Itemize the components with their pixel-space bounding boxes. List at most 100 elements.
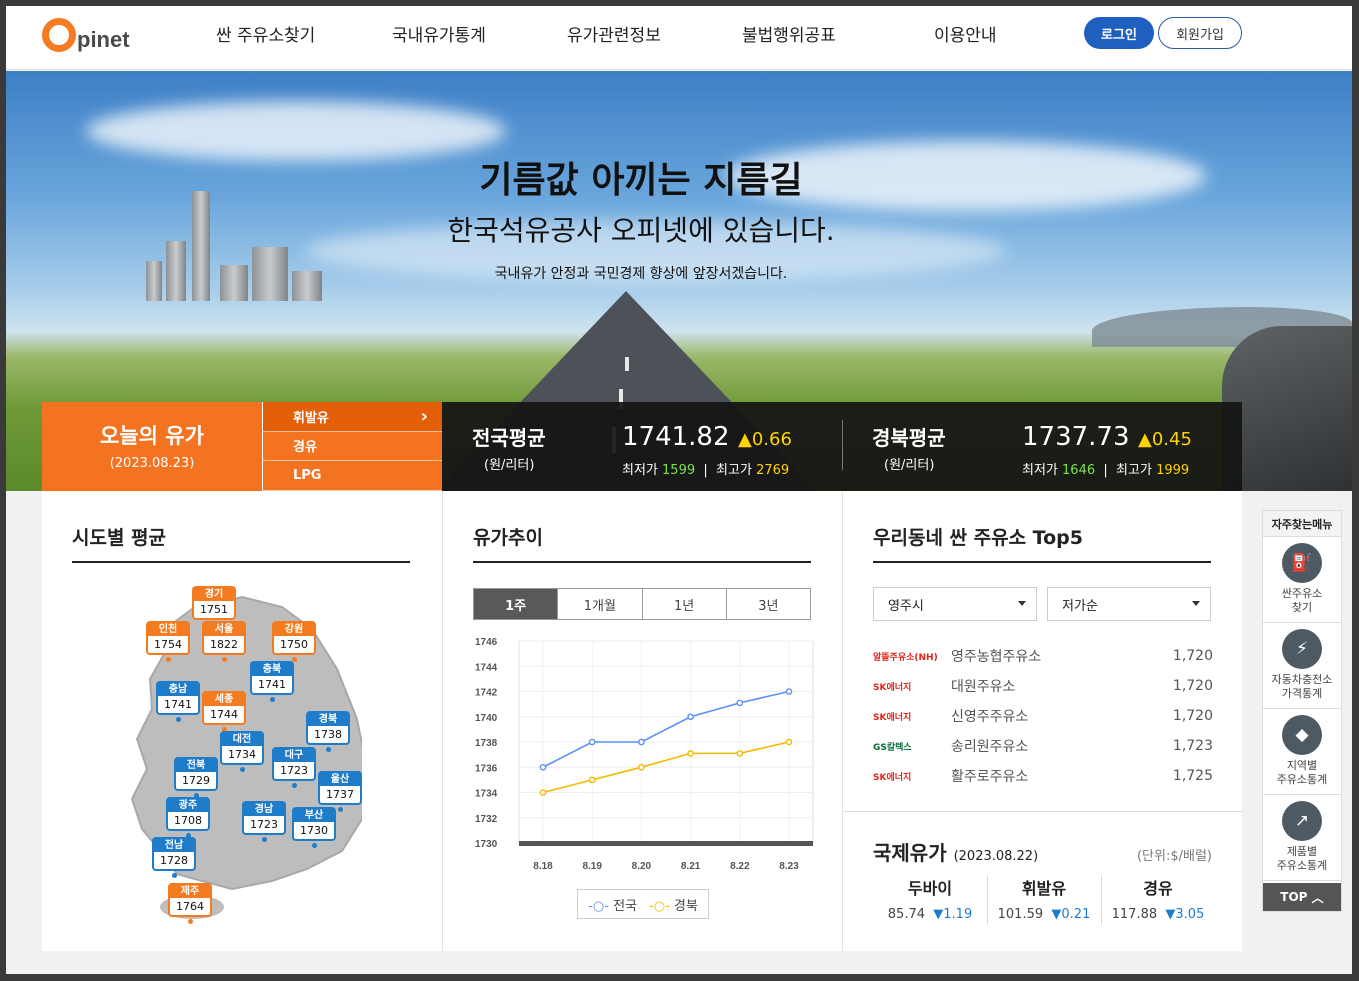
legend-national[interactable]: -○- 전국 [588,895,637,914]
region-name: 충남 [158,683,198,696]
intl-item-change: ▼1.19 [933,907,973,922]
caret-down-icon [1192,601,1200,606]
brand-logo: 알뜰주유소(NH) [873,652,938,663]
quick-cheap-station[interactable]: ⛽ 싼주유소 찾기 [1263,537,1341,623]
data-point [588,738,596,746]
y-tick-label: 1736 [475,763,498,774]
region-dot [262,837,267,842]
region-pin[interactable]: 경남 1723 [242,801,286,842]
data-point [638,763,645,771]
region-pin[interactable]: 경북 1738 [306,711,350,752]
region-pin[interactable]: 제주 1764 [168,883,212,924]
tab-1week[interactable]: 1주 [474,589,559,619]
brand-logo: SK에너지 [873,712,912,723]
national-min-price: 1599 [662,463,696,478]
regional-average-title: 경북평균 [872,426,946,450]
region-pin[interactable]: 강원 1750 [272,621,316,662]
join-button[interactable]: 회원가입 [1158,17,1242,49]
station-row[interactable]: 알뜰주유소(NH) 영주농협주유소 1,720 [873,641,1213,671]
caret-down-icon [1018,601,1026,606]
nav-illegal-notice[interactable]: 불법행위공표 [742,21,836,46]
region-price: 1737 [326,788,354,801]
national-average-unit: (원/리터) [484,458,535,473]
nav-guide[interactable]: 이용안내 [934,21,997,46]
scroll-top-button[interactable]: TOP ︿ [1263,883,1341,911]
region-pin[interactable]: 전남 1728 [152,837,196,878]
region-price: 1723 [280,764,308,777]
region-pin[interactable]: 전북 1729 [174,757,218,798]
regional-average-price: 1737.73 [1022,422,1130,452]
site-header: pinet 싼 주유소찾기 국내유가통계 유가관련정보 불법행위공표 이용안내 … [6,6,1352,70]
x-tick-label: 8.23 [779,861,799,872]
quick-label-line: 주유소통계 [1276,773,1328,786]
x-tick-label: 8.22 [730,861,750,872]
region-select[interactable]: 영주시 [873,587,1037,621]
intl-item-change: ▼3.05 [1165,907,1205,922]
quick-label-line: 싼주유소 [1281,587,1323,600]
x-axis-bar [519,841,813,846]
fuel-tabs: 휘발유 › 경유 LPG [262,402,442,491]
sido-panel-title: 시도별 평균 [72,527,167,549]
region-dot [222,657,227,662]
quick-product-stats[interactable]: ↗ 제품별 주유소통계 [1263,795,1341,881]
nav-oil-info[interactable]: 유가관련정보 [567,21,661,46]
tab-gasoline[interactable]: 휘발유 › [262,402,442,432]
today-price-date: (2023.08.23) [109,456,195,471]
station-name: 신영주주유소 [951,709,1029,725]
hero-note: 국내유가 안정과 국민경제 향상에 앞장서겠습니다. [494,266,788,282]
data-point [588,776,596,784]
nav-cheap-station[interactable]: 싼 주유소찾기 [216,21,315,46]
region-select-value: 영주시 [888,598,924,614]
region-pin[interactable]: 경기 1751 [192,586,236,627]
login-button[interactable]: 로그인 [1084,17,1154,49]
region-pin[interactable]: 서울 1822 [202,621,246,662]
region-pin[interactable]: 대구 1723 [272,747,316,788]
region-pin[interactable]: 충북 1741 [250,661,294,702]
region-price: 1751 [200,603,228,616]
region-pin[interactable]: 세종 1744 [202,691,246,732]
tab-1year[interactable]: 1년 [643,589,727,619]
region-price: 1754 [154,638,182,651]
station-row[interactable]: SK에너지 대원주유소 1,720 [873,671,1213,701]
station-row[interactable]: GS칼텍스 송리원주유소 1,723 [873,731,1213,761]
region-pin[interactable]: 부산 1730 [292,807,336,848]
region-pin[interactable]: 충남 1741 [156,681,200,722]
station-row[interactable]: SK에너지 신영주주유소 1,720 [873,701,1213,731]
opinet-logo[interactable]: pinet [42,12,130,56]
station-row[interactable]: SK에너지 활주로주유소 1,725 [873,761,1213,791]
region-pin[interactable]: 대전 1734 [220,731,264,772]
regional-average: 경북평균 (원/리터) 1737.73 ▲0.45 최저가 1646 | 최고가… [842,402,1242,491]
trend-panel-title: 유가추이 [473,527,543,549]
line-chart-icon: ↗ [1282,801,1322,841]
tab-3year[interactable]: 3년 [727,589,810,619]
region-name: 경북 [308,713,348,726]
legend-national-marker: -○- [588,898,609,914]
intl-item-price: 85.74 [887,907,925,922]
tab-lpg[interactable]: LPG [262,461,442,491]
today-price-title: 오늘의 유가 [100,424,204,448]
region-dot [166,657,171,662]
quick-regional-stats[interactable]: ◆ 지역별 주유소통계 [1263,709,1341,795]
tab-1month[interactable]: 1개월 [558,589,643,619]
region-price: 1728 [160,854,188,867]
region-name: 세종 [204,693,244,706]
y-tick-label: 1746 [475,637,498,648]
nav-domestic-stats[interactable]: 국내유가통계 [392,21,486,46]
legend-regional[interactable]: -○- 경북 [649,895,698,914]
regional-min-max: 최저가 1646 | 최고가 1999 [1022,463,1190,478]
station-price: 1,720 [1172,678,1213,694]
hero-subtitle: 한국석유공사 오피넷에 있습니다. [447,214,835,247]
region-pin[interactable]: 울산 1737 [318,771,362,812]
sort-select[interactable]: 저가순 [1047,587,1211,621]
sido-average-panel: 시도별 평균 경기 1751 인천 1754 서울 1822 강원 1750 충북 1741 충남 1… [42,491,442,951]
national-max-price: 2769 [756,463,790,478]
y-tick-label: 1732 [475,814,498,825]
region-name: 인천 [148,623,188,636]
quick-charging-station[interactable]: ⚡ 자동차충전소 가격통계 [1263,623,1341,709]
region-name: 광주 [168,799,208,812]
quick-label-line: 자동차충전소 [1271,673,1333,686]
region-pin[interactable]: 인천 1754 [146,621,190,662]
region-pin[interactable]: 광주 1708 [166,797,210,838]
region-price: 1738 [314,728,342,741]
tab-diesel[interactable]: 경유 [262,431,442,462]
